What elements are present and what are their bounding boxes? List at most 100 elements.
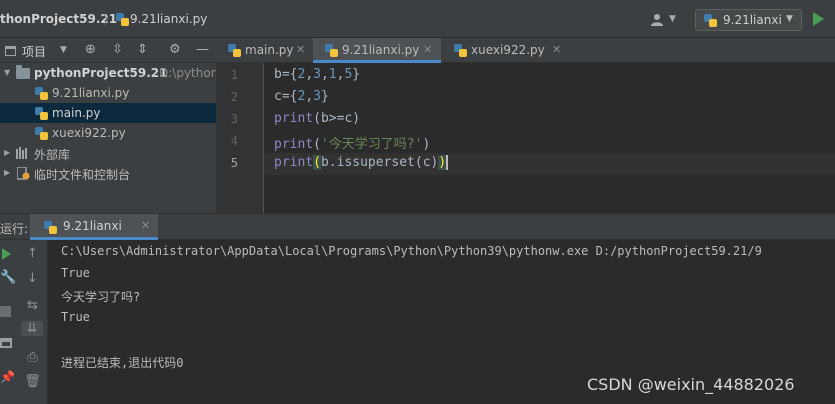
code-builtin: print [274,111,314,126]
code-token: , [305,89,314,104]
tree-item-label: xuexi922.py [52,126,126,140]
close-icon[interactable]: ✕ [141,219,150,232]
code-token: , [305,67,314,82]
editor-tabs: main.py ✕ 9.21lianxi.py ✕ xuexi922.py ✕ [216,38,835,63]
line-number: 1 [230,68,238,82]
code-number: 3 [313,67,321,82]
code-line-1[interactable]: b={2,3,1,5} [274,67,360,82]
tab-xuexi922[interactable]: xuexi922.py ✕ [442,38,570,63]
chevron-down-icon[interactable]: ▼ [669,14,676,24]
python-file-icon [228,44,241,57]
pin-icon[interactable]: 📌 [0,370,15,384]
expand-all-icon[interactable]: ⇳ [112,42,123,57]
project-tree: ▼ pythonProject59.21 D:\python 9.21lianx… [0,63,219,213]
line-number: 2 [230,90,238,104]
chevron-down-icon[interactable]: ▼ [4,68,10,77]
code-token: } [320,89,329,104]
python-file-icon [454,44,467,57]
code-token: b={ [274,67,298,82]
chevron-down-icon[interactable]: ▼ [60,45,67,55]
tree-item-file-selected[interactable]: main.py [0,103,216,123]
python-file-icon [35,87,48,100]
console-line: True [61,310,90,324]
project-panel-title[interactable]: 项目 [22,43,46,60]
close-icon[interactable]: ✕ [552,43,561,56]
close-icon[interactable]: ✕ [423,43,432,56]
close-icon[interactable]: ✕ [296,43,305,56]
hide-icon[interactable]: — [196,42,209,57]
console-line: C:\Users\Administrator\AppData\Local\Pro… [61,244,762,258]
locate-file-icon[interactable]: ⊕ [85,42,96,57]
wrench-icon[interactable]: 🔧 [0,270,16,285]
collapse-all-icon[interactable]: ⇕ [137,42,148,57]
line-number-gutter: 1 2 3 4 5 [216,63,264,213]
run-panel-title: 运行: [0,222,29,236]
breadcrumb-separator: 〉 [103,13,116,27]
code-token: c={ [274,89,298,104]
tab-main[interactable]: main.py ✕ [216,38,312,63]
layout-icon[interactable] [0,338,12,348]
python-file-icon [325,44,338,57]
code-token: , [320,67,329,82]
watermark: CSDN @weixin_44882026 [587,375,795,394]
trash-icon[interactable]: 🗑 [17,374,48,389]
navigation-bar: thonProject59.21 〉 9.21lianxi.py ▼ 9.21l… [0,0,835,38]
tab-9-21lianxi[interactable]: 9.21lianxi.py ✕ [313,38,441,63]
python-file-icon [35,107,48,120]
code-token: ( [313,155,321,170]
console-line: 今天学习了吗? [61,290,141,304]
code-string: '今天学习了吗?' [320,137,423,152]
console-line: 进程已结束,退出代码0 [61,356,184,370]
arrow-up-icon[interactable]: ↑ [17,246,48,261]
code-token: } [352,67,361,82]
tree-item-project-root[interactable]: ▼ pythonProject59.21 D:\python [0,63,219,83]
gear-icon[interactable]: ⚙ [169,42,181,57]
console-line: True [61,266,90,280]
scratches-icon [16,166,30,183]
python-file-icon [35,127,48,140]
text-cursor [446,155,449,170]
run-tab-label: 9.21lianxi [63,219,122,233]
breadcrumb-file[interactable]: 9.21lianxi.py [130,12,207,26]
tree-item-label: 临时文件和控制台 [34,168,131,182]
tree-item-scratches[interactable]: ▶ 临时文件和控制台 [0,163,216,183]
code-token: ( [313,137,321,152]
run-button[interactable] [813,12,824,26]
python-file-icon [44,221,57,234]
code-line-2[interactable]: c={2,3} [274,89,329,104]
code-line-3[interactable]: print(b>=c) [274,111,360,126]
code-number: 3 [313,89,321,104]
code-builtin: print [274,137,314,152]
line-number: 5 [230,156,238,170]
tree-item-file[interactable]: 9.21lianxi.py [0,83,216,103]
user-icon[interactable] [650,13,666,29]
tree-item-file[interactable]: xuexi922.py [0,123,216,143]
code-token: ) [438,155,447,170]
arrow-down-icon[interactable]: ↓ [17,271,48,286]
run-toolbar-right: ↑ ↓ ⇆ ⇊ ⎙ 🗑 [17,240,48,404]
python-file-icon [116,13,129,26]
run-configuration-selector[interactable]: 9.21lianxi ▼ [695,9,802,31]
stop-icon[interactable] [0,306,11,317]
code-token: (b>=c) [313,111,361,126]
code-line-4[interactable]: print('今天学习了吗?') [274,133,430,152]
print-icon[interactable]: ⎙ [17,350,48,365]
library-icon [16,147,30,162]
code-editor[interactable]: b={2,3,1,5} c={2,3} print(b>=c) print('今… [264,63,835,213]
tab-run-9-21lianxi[interactable]: 9.21lianxi ✕ [30,214,158,240]
chevron-right-icon[interactable]: ▶ [4,168,10,177]
code-line-5[interactable]: print(b.issuperset(c)) [274,155,449,170]
tab-label: main.py [245,43,294,57]
code-token: ) [422,137,431,152]
breadcrumb-project[interactable]: thonProject59.21 [0,12,117,26]
soft-wrap-icon[interactable]: ⇆ [17,298,48,313]
scroll-to-end-icon[interactable]: ⇊ [21,321,43,336]
tree-item-path: D:\python [159,66,219,80]
run-panel-header: 运行: 9.21lianxi ✕ [0,213,835,240]
folder-icon [16,65,30,79]
rerun-icon[interactable] [2,248,11,260]
project-window-icon [5,46,16,56]
tree-item-external-libraries[interactable]: ▶ 外部库 [0,143,216,163]
chevron-right-icon[interactable]: ▶ [4,148,10,157]
line-number: 3 [230,112,238,126]
